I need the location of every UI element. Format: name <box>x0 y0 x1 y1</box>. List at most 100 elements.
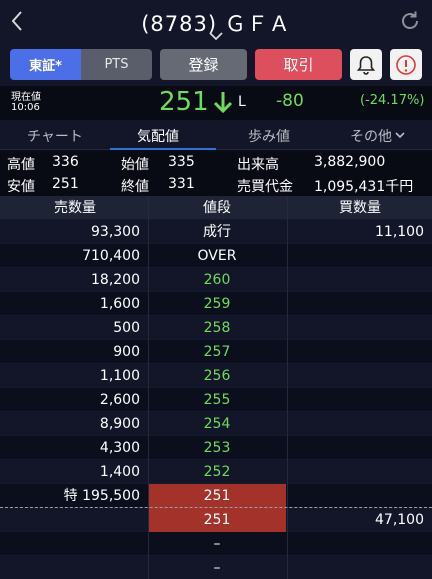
table-row[interactable]: 93,300 成行 11,100 <box>0 220 432 244</box>
high-label: 高値 <box>7 157 35 173</box>
price-bar: 現在値 10:06 251 L -80 (-24.17%) <box>0 86 432 120</box>
close-label: 終値 <box>121 179 149 195</box>
price-time: 10:06 <box>11 102 40 113</box>
buy-qty <box>286 340 424 364</box>
sell-qty: 710,400 <box>82 248 140 264</box>
price-level: – <box>213 536 221 552</box>
price-level: 251 <box>203 512 231 528</box>
chevron-down-icon[interactable] <box>206 31 226 43</box>
sell-qty: 500 <box>113 320 140 336</box>
low-value: 251 <box>52 176 79 192</box>
sell-qty: 2,600 <box>99 392 140 408</box>
header-bar: (8783) ＧＦＡ <box>0 0 432 44</box>
sell-qty: 4,300 <box>99 440 140 456</box>
active-tab-indicator <box>110 148 216 150</box>
table-row[interactable]: 8,900 254 <box>0 412 432 436</box>
stats-panel: 高値 336 始値 335 出来高 3,882,900 安値 251 終値 33… <box>0 151 432 196</box>
tab-other[interactable]: その他 <box>350 126 392 146</box>
table-row[interactable]: 710,400 OVER <box>0 244 432 268</box>
info-icon <box>396 54 416 75</box>
buy-qty <box>286 436 424 460</box>
price-level: 255 <box>203 392 231 408</box>
price-level: 256 <box>203 368 231 384</box>
volume-value: 3,882,900 <box>314 154 386 170</box>
tab-chart[interactable]: チャート <box>27 126 83 146</box>
buy-qty <box>286 364 424 388</box>
register-button[interactable]: 登録 <box>160 49 247 80</box>
close-value: 331 <box>168 176 195 192</box>
buy-qty <box>286 460 424 484</box>
down-arrow-icon <box>213 92 233 114</box>
price-level: 258 <box>203 320 231 336</box>
buy-qty <box>286 412 424 436</box>
price-level: 254 <box>203 416 231 432</box>
buy-qty <box>286 244 424 268</box>
order-book-header: 売数量 値段 買数量 <box>0 196 432 220</box>
price-level: 257 <box>203 344 231 360</box>
sell-qty: 900 <box>113 344 140 360</box>
sell-qty: 1,400 <box>99 464 140 480</box>
price-change: -80 <box>276 91 304 111</box>
market-tse-button[interactable]: 東証* <box>10 49 81 80</box>
info-button[interactable] <box>390 49 422 80</box>
table-row[interactable]: 500 258 <box>0 316 432 340</box>
sell-qty <box>0 508 140 532</box>
sell-qty: 8,900 <box>99 416 140 432</box>
buy-qty <box>286 268 424 292</box>
sell-qty: 93,300 <box>91 224 140 240</box>
table-row[interactable]: – <box>0 556 432 579</box>
price-level: 253 <box>203 440 231 456</box>
table-row[interactable]: 18,200 260 <box>0 268 432 292</box>
table-row[interactable]: 4,300 253 <box>0 436 432 460</box>
buy-qty-header: 買数量 <box>339 200 381 216</box>
market-pts-button[interactable]: PTS <box>81 49 152 80</box>
buy-qty <box>286 556 424 579</box>
buy-qty <box>286 292 424 316</box>
sell-qty-header: 売数量 <box>54 200 96 216</box>
table-row[interactable]: 900 257 <box>0 340 432 364</box>
alert-button[interactable] <box>350 49 382 80</box>
sell-qty: 1,600 <box>99 296 140 312</box>
price-level: 260 <box>203 272 231 288</box>
market-selector: 東証* PTS <box>10 49 152 80</box>
volume-label: 出来高 <box>237 157 279 173</box>
order-book: 売数量 値段 買数量 93,300 成行 11,100 710,400 OVER… <box>0 196 432 579</box>
price-level: 成行 <box>203 224 231 240</box>
turnover-label: 売買代金 <box>237 179 293 195</box>
current-price-label: 現在値 <box>11 92 41 103</box>
table-row[interactable]: 特 195,500 251 <box>0 484 432 508</box>
price-level: 252 <box>203 464 231 480</box>
table-row[interactable]: 1,600 259 <box>0 292 432 316</box>
price-change-percent: (-24.17%) <box>360 93 425 108</box>
refresh-icon[interactable] <box>398 9 422 33</box>
tab-quotes[interactable]: 気配値 <box>137 126 179 146</box>
price-marker: L <box>238 94 246 110</box>
high-value: 336 <box>52 154 79 170</box>
price-level: OVER <box>197 248 237 264</box>
buy-qty <box>286 316 424 340</box>
price-level: – <box>213 560 221 576</box>
table-row[interactable]: 251 47,100 <box>0 508 432 532</box>
bell-icon <box>356 55 376 75</box>
low-label: 安値 <box>7 179 35 195</box>
table-row[interactable]: 1,100 256 <box>0 364 432 388</box>
buy-qty <box>286 388 424 412</box>
open-value: 335 <box>168 154 195 170</box>
chevron-down-icon[interactable] <box>394 131 406 140</box>
buy-qty: 11,100 <box>375 224 424 240</box>
tab-bar: チャート 気配値 歩み値 その他 <box>0 120 432 150</box>
price-level: 251 <box>203 488 231 504</box>
sell-qty: 18,200 <box>91 272 140 288</box>
sell-qty: 1,100 <box>99 368 140 384</box>
table-row[interactable]: 1,400 252 <box>0 460 432 484</box>
open-label: 始値 <box>121 157 149 173</box>
tab-time-sales[interactable]: 歩み値 <box>248 126 290 146</box>
price-level: 259 <box>203 296 231 312</box>
table-row[interactable]: 2,600 255 <box>0 388 432 412</box>
trade-button[interactable]: 取引 <box>255 49 342 80</box>
current-price: 251 <box>159 87 209 117</box>
buy-qty: 47,100 <box>375 512 424 528</box>
table-row[interactable]: – <box>0 532 432 556</box>
buy-qty <box>286 532 424 556</box>
price-header: 値段 <box>203 200 231 216</box>
